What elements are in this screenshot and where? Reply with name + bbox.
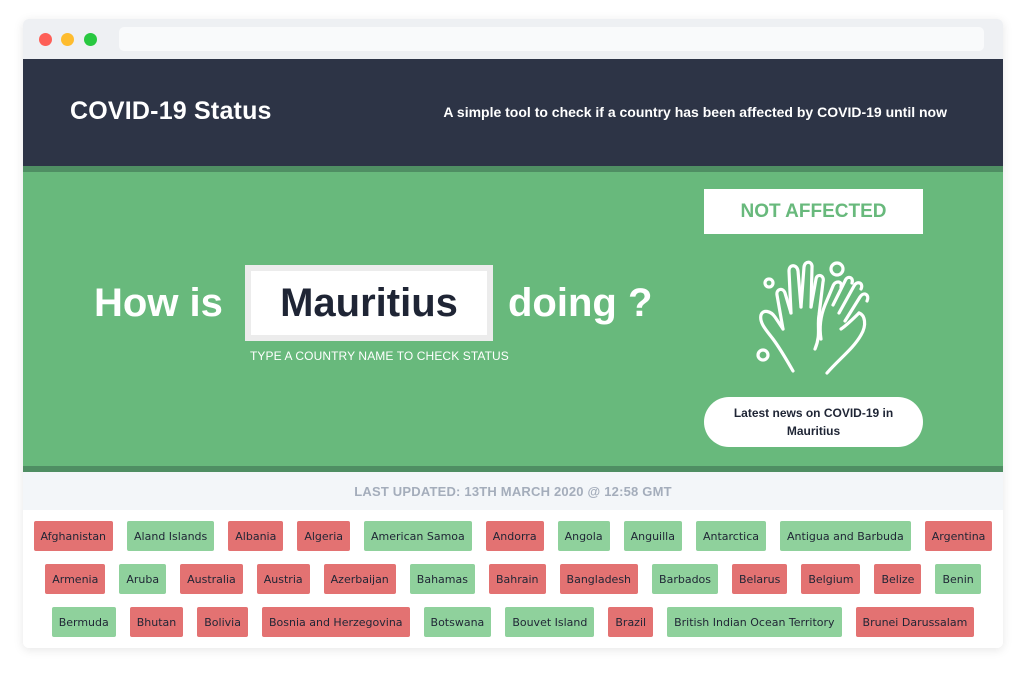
hero-section: How is doing ? TYPE A COUNTRY NAME TO CH…: [23, 166, 1003, 472]
hero-suffix-text: doing ?: [508, 281, 653, 325]
maximize-window-button[interactable]: [84, 33, 97, 46]
country-tag[interactable]: Belize: [874, 564, 922, 594]
tag-row-3: Bermuda Bhutan Bolivia Bosnia and Herzegovi…: [23, 607, 1003, 637]
country-tag[interactable]: Aland Islands: [127, 521, 215, 551]
country-tag[interactable]: Anguilla: [623, 521, 682, 551]
country-tag[interactable]: Aruba: [119, 564, 167, 594]
country-tag[interactable]: Bermuda: [51, 607, 116, 637]
country-tag[interactable]: Brunei Darussalam: [855, 607, 975, 637]
status-badge: NOT AFFECTED: [704, 189, 923, 234]
latest-news-button[interactable]: Latest news on COVID-19 in Mauritius: [704, 397, 923, 447]
input-hint: TYPE A COUNTRY NAME TO CHECK STATUS: [250, 349, 509, 363]
country-tag[interactable]: Bahrain: [488, 564, 546, 594]
country-tag[interactable]: Antarctica: [695, 521, 767, 551]
country-tag[interactable]: Bouvet Island: [505, 607, 595, 637]
hand-washing-icon: [756, 260, 870, 375]
country-input[interactable]: [251, 280, 487, 326]
country-tag[interactable]: Armenia: [45, 564, 106, 594]
country-tag[interactable]: Bosnia and Herzegovina: [261, 607, 410, 637]
browser-chrome: [23, 19, 1003, 59]
country-tag[interactable]: Bangladesh: [559, 564, 639, 594]
country-tag[interactable]: Antigua and Barbuda: [780, 521, 911, 551]
country-tag[interactable]: Bhutan: [129, 607, 184, 637]
site-tagline: A simple tool to check if a country has …: [443, 104, 947, 120]
country-tag[interactable]: Brazil: [608, 607, 654, 637]
minimize-window-button[interactable]: [61, 33, 74, 46]
country-tag[interactable]: Belgium: [801, 564, 861, 594]
country-tag[interactable]: Belarus: [732, 564, 788, 594]
country-tag[interactable]: Angola: [557, 521, 610, 551]
close-window-button[interactable]: [39, 33, 52, 46]
country-tag[interactable]: Bahamas: [409, 564, 475, 594]
country-tag[interactable]: Bolivia: [197, 607, 248, 637]
country-tag[interactable]: Australia: [180, 564, 243, 594]
tag-row-2: Armenia Aruba Australia Austria Azerbaijan Ba…: [23, 564, 1003, 594]
country-tag[interactable]: Andorra: [485, 521, 544, 551]
country-tag[interactable]: Benin: [935, 564, 981, 594]
country-tag[interactable]: Algeria: [297, 521, 350, 551]
site-title: COVID-19 Status: [70, 97, 272, 125]
last-updated-text: LAST UPDATED: 13TH MARCH 2020 @ 12:58 GM…: [23, 472, 1003, 510]
country-tag[interactable]: British Indian Ocean Territory: [667, 607, 842, 637]
country-tag[interactable]: Barbados: [652, 564, 719, 594]
address-bar[interactable]: [119, 27, 984, 51]
country-tag[interactable]: Albania: [228, 521, 284, 551]
country-input-box[interactable]: [245, 265, 493, 341]
hero-prefix-text: How is: [94, 281, 223, 325]
site-header: COVID-19 Status A simple tool to check i…: [23, 59, 1003, 166]
country-tag[interactable]: Austria: [256, 564, 310, 594]
country-tag[interactable]: Botswana: [423, 607, 492, 637]
tag-row-1: Afghanistan Aland Islands Albania Algeria Am…: [23, 521, 1003, 551]
country-tag[interactable]: Azerbaijan: [323, 564, 396, 594]
country-tag[interactable]: Afghanistan: [33, 521, 114, 551]
country-tag[interactable]: American Samoa: [364, 521, 472, 551]
country-tag[interactable]: Argentina: [924, 521, 993, 551]
country-tags: Afghanistan Aland Islands Albania Algeria Am…: [23, 510, 1003, 648]
browser-window: COVID-19 Status A simple tool to check i…: [23, 19, 1003, 648]
